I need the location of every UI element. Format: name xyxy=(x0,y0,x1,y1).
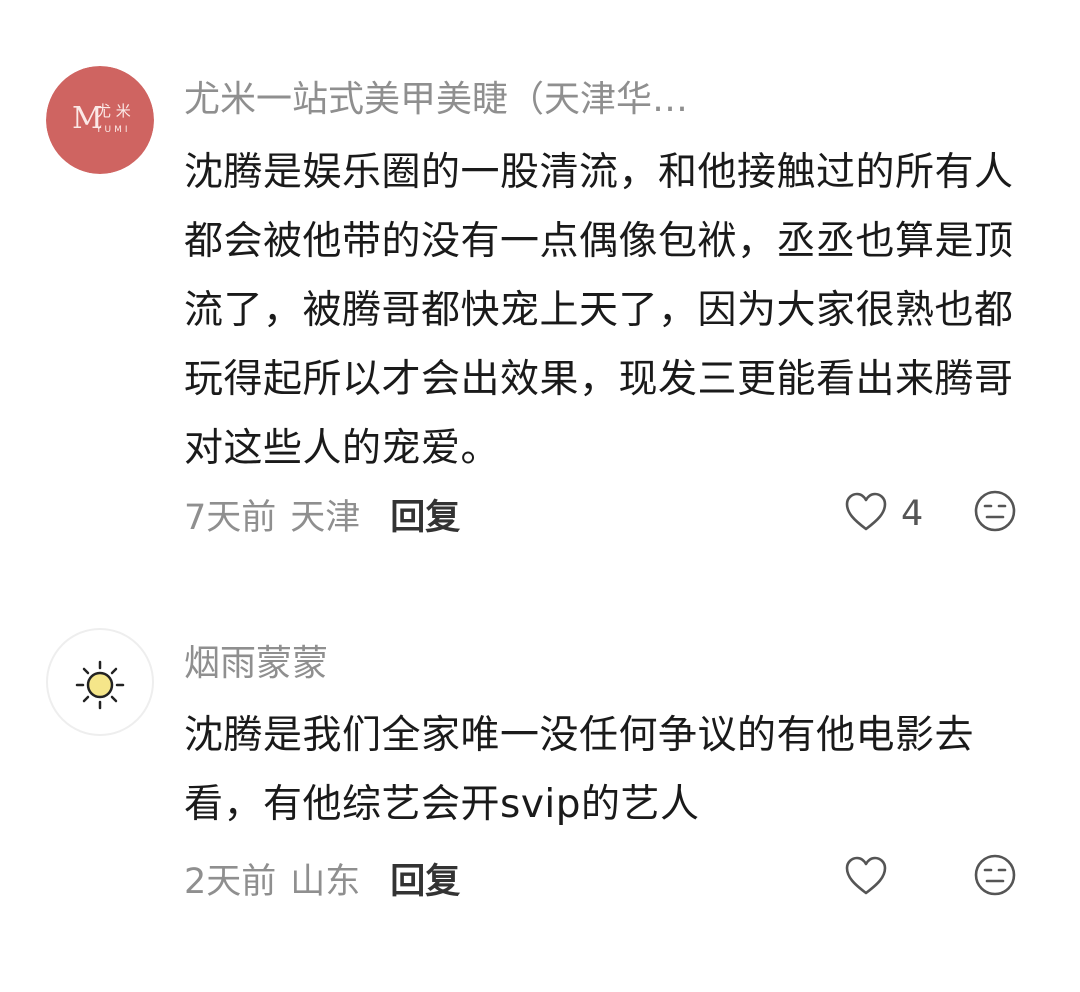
reply-button[interactable]: 回复 xyxy=(390,489,460,540)
comment-item: M 尤 米 YUMI 尤米一站式美甲美睫（天津华… 沈腾是娱乐圈的一股清流，和他… xyxy=(0,0,1080,560)
username[interactable]: 尤米一站式美甲美睫（天津华… xyxy=(184,78,784,122)
comment-time: 2天前 xyxy=(184,861,277,902)
comment-meta: 2天前 山东 回复 xyxy=(184,854,460,902)
dislike-button[interactable] xyxy=(973,853,1017,897)
comment-region: 山东 xyxy=(290,861,361,902)
comment-item: 烟雨蒙蒙 沈腾是我们全家唯一没任何争议的有他电影去看，有他综艺会开svip的艺人… xyxy=(0,560,1080,992)
sun-icon xyxy=(48,630,152,734)
comment-text: 沈腾是我们全家唯一没任何争议的有他电影去看，有他综艺会开svip的艺人 xyxy=(184,713,975,827)
like-button[interactable] xyxy=(845,854,901,902)
comment-time: 7天前 xyxy=(184,497,277,538)
avatar-logo-cn: 尤 米 xyxy=(96,102,131,120)
meh-face-icon xyxy=(973,854,1017,901)
avatar[interactable]: M 尤 米 YUMI xyxy=(46,66,154,174)
like-button[interactable]: 4 xyxy=(845,490,923,538)
avatar[interactable] xyxy=(46,628,154,736)
comment-text: 沈腾是娱乐圈的一股清流，和他接触过的所有人都会被他带的没有一点偶像包袱，丞丞也算… xyxy=(184,150,1014,471)
heart-outline-icon xyxy=(845,856,887,900)
reply-button[interactable]: 回复 xyxy=(390,853,460,904)
comment-region: 天津 xyxy=(290,497,361,538)
avatar-logo-en: YUMI xyxy=(95,125,131,135)
username[interactable]: 烟雨蒙蒙 xyxy=(184,642,584,686)
dislike-button[interactable] xyxy=(973,489,1017,533)
heart-outline-icon xyxy=(845,492,887,536)
meh-face-icon xyxy=(973,490,1017,537)
like-count: 4 xyxy=(901,494,924,534)
comment-meta: 7天前 天津 回复 xyxy=(184,490,460,538)
